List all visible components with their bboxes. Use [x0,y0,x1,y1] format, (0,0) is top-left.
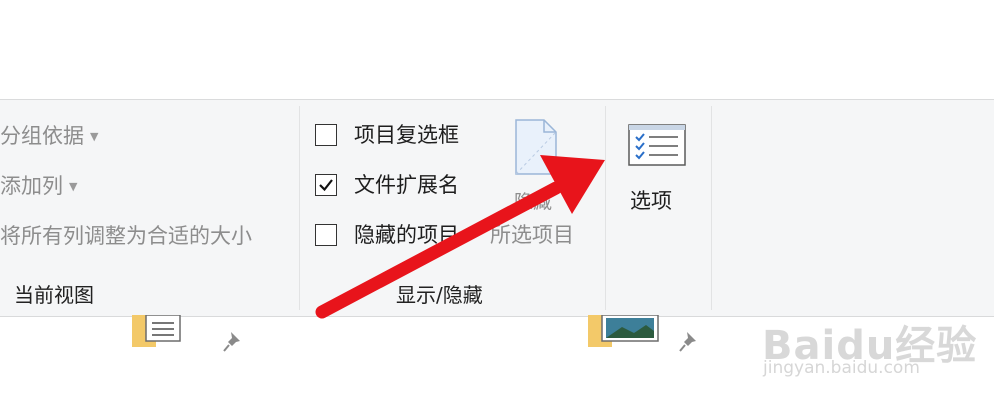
pin-icon [679,332,696,352]
group-by-button[interactable]: 分组依据 ▼ [0,124,98,149]
add-column-label: 添加列 [0,174,63,198]
chevron-down-icon: ▼ [69,180,78,193]
hide-button-label: 隐藏 [514,191,553,213]
watermark-url: jingyan.baidu.com [763,358,920,378]
file-thumbnail-image[interactable] [588,315,666,351]
checkmark-icon [319,179,333,192]
hidden-items-label: 隐藏的项目 [354,223,459,247]
options-label: 选项 [630,189,672,213]
ribbon-view-tab: 分组依据 ▼ 添加列 ▼ 将所有列调整为合适的大小 当前视图 项目复选框 文件扩展名… [0,99,994,317]
pin-icon [223,332,240,352]
file-extension-checkbox[interactable] [315,174,337,196]
group-divider [711,106,712,310]
options-list-icon [628,124,686,166]
group-divider [299,106,300,310]
hide-selected-label: 所选项目 [490,223,574,247]
fit-columns-button[interactable]: 将所有列调整为合适的大小 [0,224,252,248]
show-hide-group-label: 显示/隐藏 [396,283,483,307]
group-by-label: 分组依据 [0,124,84,148]
hidden-items-checkbox[interactable] [315,224,337,246]
fit-columns-label: 将所有列调整为合适的大小 [0,224,252,248]
add-column-button[interactable]: 添加列 ▼ [0,174,77,199]
item-checkbox-label: 项目复选框 [354,123,459,147]
current-view-group-label: 当前视图 [14,283,94,307]
hide-document-icon [515,119,557,175]
item-checkbox-toggle[interactable] [315,124,337,146]
file-extension-label: 文件扩展名 [354,173,459,197]
group-divider [605,106,606,310]
file-thumbnail-document[interactable] [132,315,204,351]
chevron-down-icon: ▼ [90,130,99,143]
